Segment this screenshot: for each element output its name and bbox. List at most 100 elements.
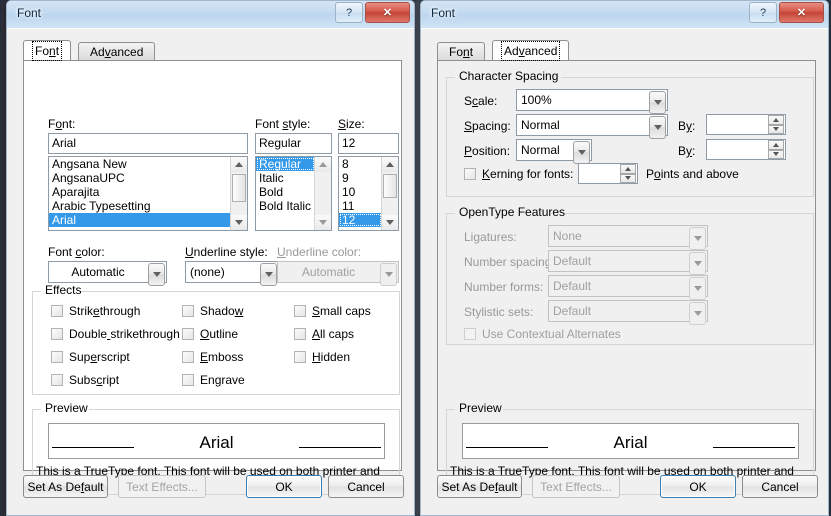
checkbox-box[interactable] (51, 305, 63, 317)
spinner-up-icon[interactable] (620, 164, 636, 174)
size-label: Size: (338, 117, 365, 131)
set-as-default-button[interactable]: Set As De f ault (437, 475, 522, 498)
list-item-selected[interactable]: Arial (49, 213, 231, 227)
scroll-up-icon[interactable] (315, 157, 331, 172)
checkbox-box[interactable] (51, 351, 63, 363)
checkbox-strikethrough[interactable]: Strikethrough (51, 304, 140, 318)
spinner-down-icon[interactable] (620, 173, 636, 183)
chevron-down-icon[interactable] (649, 116, 666, 139)
font-size-list[interactable]: 8 9 10 11 12 (338, 156, 399, 231)
spinner-up-icon[interactable] (768, 115, 784, 125)
checkbox-engrave[interactable]: Engrave (182, 373, 245, 387)
list-item[interactable]: Bold Italic (256, 199, 315, 213)
chevron-down-icon[interactable] (649, 91, 666, 114)
checkbox-box[interactable] (182, 328, 194, 340)
font-list[interactable]: Angsana New AngsanaUPC Aparajita Arabic … (48, 156, 248, 231)
spinner-buttons[interactable] (768, 140, 784, 159)
checkbox-box[interactable] (294, 351, 306, 363)
chevron-down-icon (689, 302, 706, 325)
spacing-by-spinner[interactable] (706, 114, 786, 135)
font-list-scrollbar[interactable] (230, 157, 247, 230)
chevron-down-icon[interactable] (148, 263, 165, 286)
spinner-down-icon[interactable] (768, 124, 784, 134)
checkbox-box[interactable] (182, 374, 194, 386)
list-item-selected[interactable]: Regular (256, 157, 315, 171)
scroll-down-icon[interactable] (231, 215, 247, 230)
position-combo[interactable]: Normal (516, 139, 592, 164)
font-size-list-scrollbar[interactable] (381, 157, 398, 230)
spinner-buttons[interactable] (768, 115, 784, 134)
font-style-input[interactable]: Regular (255, 133, 332, 154)
text-effects-button[interactable]: Text Effects... (532, 475, 620, 498)
window-title: Font (431, 6, 456, 20)
font-color-combo[interactable]: Automatic (48, 261, 167, 286)
list-item[interactable]: Arabic Typesetting (49, 199, 231, 213)
font-name-input[interactable]: Arial (48, 133, 248, 154)
list-item[interactable]: 10 (339, 185, 382, 199)
spacing-combo[interactable]: Normal (516, 114, 668, 139)
help-button[interactable]: ? (749, 2, 777, 23)
spinner-buttons[interactable] (620, 164, 636, 183)
close-button[interactable]: ✕ (779, 2, 824, 23)
list-item[interactable]: Italic (256, 171, 315, 185)
list-item[interactable]: Bold (256, 185, 315, 199)
spinner-down-icon[interactable] (768, 149, 784, 159)
help-button[interactable]: ? (335, 2, 363, 23)
font-style-label: Font style: (255, 117, 311, 131)
ok-button[interactable]: OK (246, 475, 322, 498)
font-style-list-scrollbar[interactable] (314, 157, 331, 230)
list-item[interactable]: 8 (339, 157, 382, 171)
scroll-down-icon[interactable] (382, 215, 398, 230)
checkbox-superscript[interactable]: Superscript (51, 350, 130, 364)
checkbox-shadow[interactable]: Shadow (182, 304, 243, 318)
scroll-thumb[interactable] (383, 174, 397, 198)
font-style-list-items: Regular Italic Bold Bold Italic (256, 157, 315, 230)
list-item[interactable]: Aparajita (49, 185, 231, 199)
checkbox-small-caps[interactable]: Small caps (294, 304, 371, 318)
checkbox-subscript[interactable]: Subscript (51, 373, 119, 387)
font-size-input[interactable]: 12 (338, 133, 399, 154)
checkbox-box[interactable] (294, 305, 306, 317)
checkbox-box[interactable] (464, 168, 476, 180)
position-by-spinner[interactable] (706, 139, 786, 160)
scroll-up-icon[interactable] (382, 157, 398, 172)
list-item[interactable]: 9 (339, 171, 382, 185)
scroll-up-icon[interactable] (231, 157, 247, 172)
close-button[interactable]: ✕ (365, 2, 410, 23)
tab-font[interactable]: Font (437, 42, 486, 61)
list-item-selected[interactable]: 12 (339, 213, 382, 227)
cancel-button[interactable]: Cancel (742, 475, 818, 498)
checkbox-box[interactable] (182, 305, 194, 317)
scroll-thumb[interactable] (232, 174, 246, 202)
ok-button[interactable]: OK (660, 475, 736, 498)
checkbox-box[interactable] (51, 328, 63, 340)
list-item[interactable]: 11 (339, 199, 382, 213)
checkbox-outline[interactable]: Outline (182, 327, 238, 341)
cancel-button[interactable]: Cancel (328, 475, 404, 498)
chevron-down-icon[interactable] (573, 141, 590, 164)
checkbox-emboss[interactable]: Emboss (182, 350, 243, 364)
kerning-size-spinner[interactable] (578, 163, 638, 184)
underline-style-combo[interactable]: (none) (185, 261, 279, 286)
tab-advanced[interactable]: Advanced (492, 40, 570, 61)
scale-combo[interactable]: 100% (516, 89, 668, 114)
set-as-default-button[interactable]: Set As De f ault (23, 475, 108, 498)
checkbox-box[interactable] (294, 328, 306, 340)
tab-advanced[interactable]: Advanced (78, 42, 156, 61)
chevron-down-icon[interactable] (260, 263, 277, 286)
group-top-border (33, 291, 399, 292)
tab-font[interactable]: Font (23, 40, 72, 61)
checkbox-box[interactable] (51, 374, 63, 386)
checkbox-all-caps[interactable]: All caps (294, 327, 354, 341)
font-style-list[interactable]: Regular Italic Bold Bold Italic (255, 156, 332, 231)
scroll-down-icon[interactable] (315, 215, 331, 230)
spacing-by-label: By: (678, 119, 696, 133)
checkbox-box[interactable] (182, 351, 194, 363)
checkbox-double-strikethrough[interactable]: Double strikethrough (51, 327, 180, 341)
list-item[interactable]: Angsana New (49, 157, 231, 171)
list-item[interactable]: AngsanaUPC (49, 171, 231, 185)
checkbox-hidden[interactable]: Hidden (294, 350, 350, 364)
spinner-up-icon[interactable] (768, 140, 784, 150)
text-effects-button[interactable]: Text Effects... (118, 475, 206, 498)
checkbox-kerning-for-fonts[interactable]: Kerning for fonts: (464, 167, 573, 181)
